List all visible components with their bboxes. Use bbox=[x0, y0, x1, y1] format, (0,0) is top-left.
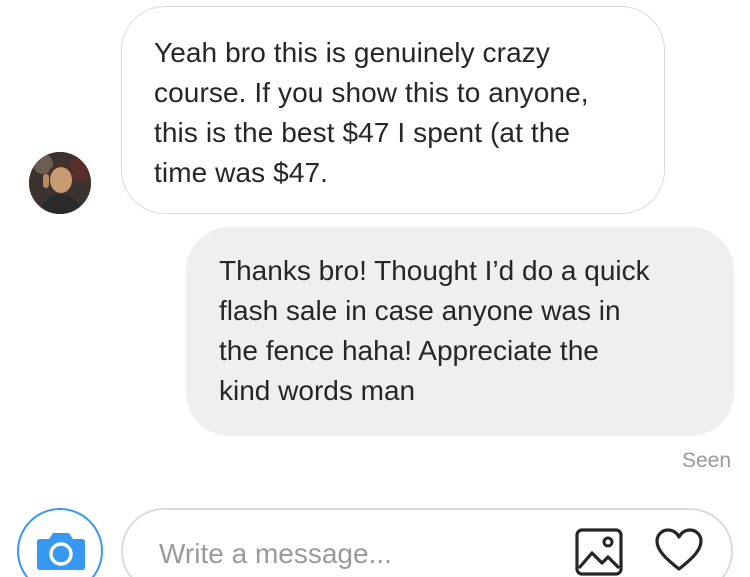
message-bubble-incoming[interactable]: Yeah bro this is genuinely crazy course.… bbox=[121, 6, 665, 214]
message-line: this is the best $47 I spent (at the bbox=[154, 117, 571, 148]
avatar-photo bbox=[29, 152, 91, 214]
message-line: Yeah bro this is genuinely crazy bbox=[154, 37, 550, 68]
message-input[interactable] bbox=[159, 534, 559, 574]
seen-status: Seen bbox=[681, 449, 731, 472]
message-line: Thanks bro! Thought I’d do a quick bbox=[219, 255, 650, 286]
message-line: course. If you show this to anyone, bbox=[154, 77, 589, 108]
avatar[interactable] bbox=[29, 152, 91, 214]
photo-icon[interactable] bbox=[575, 528, 623, 576]
message-line: time was $47. bbox=[154, 157, 329, 188]
message-line: flash sale in case anyone was in bbox=[219, 295, 621, 326]
direct-message-thread: Yeah bro this is genuinely crazy course.… bbox=[0, 0, 750, 577]
message-input-container bbox=[121, 508, 733, 577]
message-line: kind words man bbox=[219, 375, 416, 406]
message-line: the fence haha! Appreciate the bbox=[219, 335, 599, 366]
message-composer bbox=[0, 505, 750, 577]
heart-icon[interactable] bbox=[655, 528, 703, 572]
camera-button[interactable] bbox=[17, 508, 103, 577]
camera-icon bbox=[37, 533, 85, 570]
message-bubble-outgoing[interactable]: Thanks bro! Thought I’d do a quick flash… bbox=[186, 227, 734, 436]
